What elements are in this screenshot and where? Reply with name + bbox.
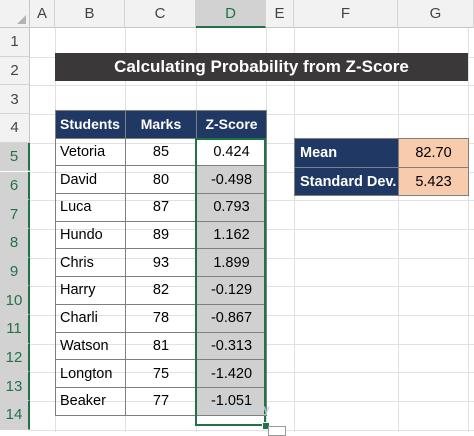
header-z-score[interactable]: Z-Score [196,110,267,139]
row-header-7[interactable]: 7 [0,200,30,229]
student-cell[interactable]: Harry [55,276,126,305]
students-table: Students Marks Z-Score Vetoria 85 0.424 … [55,110,267,416]
student-cell[interactable]: Watson [55,331,126,361]
marks-cell[interactable]: 80 [125,165,197,195]
table-row: Vetoria 85 0.424 [55,137,267,167]
stats-row-mean: Mean 82.70 [294,138,469,168]
row-header-13[interactable]: 13 [0,372,30,402]
row-header-11[interactable]: 11 [0,315,30,344]
gridline [468,28,469,432]
watermark-logo: exceldemy [206,402,271,416]
marks-cell[interactable]: 78 [125,303,197,333]
marks-cell[interactable]: 77 [125,386,197,416]
z-score-cell[interactable]: -0.129 [196,276,267,305]
row-header-4[interactable]: 4 [0,114,30,143]
row-header-1[interactable]: 1 [0,28,30,57]
header-students[interactable]: Students [55,110,126,139]
stats-row-sd: Standard Dev. 5.423 [294,166,469,197]
z-score-cell[interactable]: -1.420 [196,359,267,388]
marks-cell[interactable]: 85 [125,137,197,167]
sheet-title[interactable]: Calculating Probability from Z-Score [55,53,468,81]
student-cell[interactable]: Charli [55,303,126,333]
stats-table: Mean 82.70 Standard Dev. 5.423 [294,138,469,197]
spreadsheet-grid: A B C D E F G 1 2 3 4 5 6 7 8 9 10 11 12… [0,0,474,436]
column-header-d[interactable]: D [196,0,266,28]
student-cell[interactable]: Beaker [55,386,126,416]
gridline [30,429,474,431]
gridline [30,85,474,87]
student-cell[interactable]: David [55,165,126,195]
z-score-cell[interactable]: 0.793 [196,193,267,222]
z-score-cell[interactable]: 1.899 [196,248,267,278]
sd-value[interactable]: 5.423 [398,166,469,197]
z-score-cell[interactable]: 0.424 [196,137,267,167]
row-header-2[interactable]: 2 [0,56,30,86]
select-all-corner[interactable] [0,0,30,28]
table-row: Longton 75 -1.420 [55,359,267,388]
student-cell[interactable]: Longton [55,359,126,388]
header-marks[interactable]: Marks [125,110,197,139]
quick-analysis-icon[interactable] [268,426,286,436]
row-header-3[interactable]: 3 [0,85,30,115]
table-row: Chris 93 1.899 [55,248,267,278]
marks-cell[interactable]: 82 [125,276,197,305]
table-row: Charli 78 -0.867 [55,303,267,333]
row-header-14[interactable]: 14 [0,401,30,430]
row-header-10[interactable]: 10 [0,286,30,315]
mean-label[interactable]: Mean [294,138,399,168]
marks-cell[interactable]: 89 [125,220,197,250]
column-header-e[interactable]: E [266,0,294,28]
student-cell[interactable]: Chris [55,248,126,278]
row-header-12[interactable]: 12 [0,343,30,373]
student-cell[interactable]: Luca [55,193,126,222]
student-cell[interactable]: Vetoria [55,137,126,167]
table-row: David 80 -0.498 [55,165,267,195]
row-header-6[interactable]: 6 [0,171,30,201]
table-row: Hundo 89 1.162 [55,220,267,250]
column-header-b[interactable]: B [55,0,125,28]
table-row: Luca 87 0.793 [55,193,267,222]
gridline [294,28,295,432]
marks-cell[interactable]: 81 [125,331,197,361]
column-header-c[interactable]: C [125,0,196,28]
gridline [398,28,399,432]
z-score-cell[interactable]: 1.162 [196,220,267,250]
column-header-g[interactable]: G [398,0,474,28]
marks-cell[interactable]: 75 [125,359,197,388]
column-header-a[interactable]: A [30,0,55,28]
z-score-cell[interactable]: -0.313 [196,331,267,361]
table-row: Watson 81 -0.313 [55,331,267,361]
row-header-9[interactable]: 9 [0,257,30,287]
z-score-cell[interactable]: -0.498 [196,165,267,195]
marks-cell[interactable]: 93 [125,248,197,278]
table-row: Harry 82 -0.129 [55,276,267,305]
student-cell[interactable]: Hundo [55,220,126,250]
z-score-cell[interactable]: -0.867 [196,303,267,333]
row-header-5[interactable]: 5 [0,142,30,172]
marks-cell[interactable]: 87 [125,193,197,222]
column-header-f[interactable]: F [294,0,398,28]
sd-label[interactable]: Standard Dev. [294,166,399,197]
row-header-8[interactable]: 8 [0,228,30,258]
mean-value[interactable]: 82.70 [398,138,469,168]
